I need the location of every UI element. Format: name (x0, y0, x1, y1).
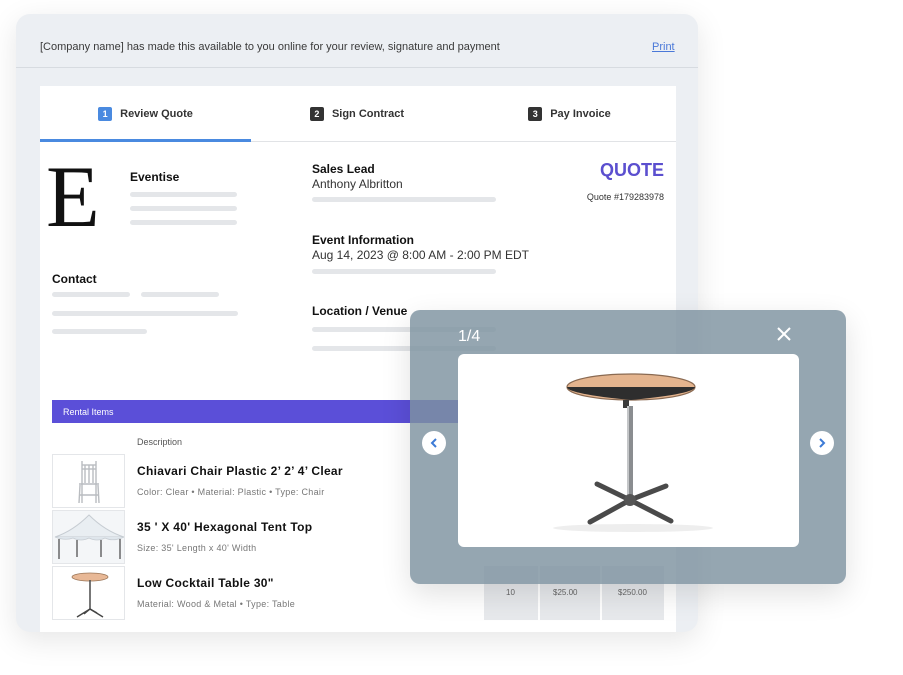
placeholder-line (312, 197, 496, 202)
top-bar: [Company name] has made this available t… (16, 14, 698, 68)
placeholder-line (141, 292, 219, 297)
cocktail-table-icon (553, 373, 713, 532)
rental-items-label: Rental Items (63, 407, 114, 417)
tab-pay-invoice[interactable]: 3 Pay Invoice (463, 86, 676, 142)
sales-lead-value: Anthony Albritton (312, 177, 403, 191)
chevron-left-icon (430, 438, 437, 448)
tab-review-quote[interactable]: 1 Review Quote (40, 86, 251, 142)
chevron-right-icon (819, 438, 826, 448)
chair-icon (78, 461, 100, 504)
tab-label: Pay Invoice (550, 108, 611, 120)
sales-lead-title: Sales Lead (312, 162, 375, 176)
placeholder-line (52, 311, 238, 316)
placeholder-line (130, 206, 237, 211)
unit-price-value: $25.00 (553, 588, 578, 597)
event-information-title: Event Information (312, 233, 415, 247)
location-title: Location / Venue (312, 304, 408, 318)
lightbox-image (458, 354, 799, 547)
previous-image-button[interactable] (422, 431, 446, 455)
chair-thumbnail[interactable] (52, 454, 125, 508)
close-icon (777, 327, 791, 341)
quote-number: Quote #179283978 (586, 192, 664, 202)
step-number-badge: 1 (98, 107, 113, 121)
company-logo: E (46, 149, 100, 246)
print-link[interactable]: Print (652, 41, 675, 53)
item-name: Chiavari Chair Plastic 2’ 2’ 4’ Clear (137, 464, 343, 478)
image-counter: 1/4 (458, 328, 481, 345)
tab-sign-contract[interactable]: 2 Sign Contract (251, 86, 463, 142)
total-value: $250.00 (618, 588, 647, 597)
tent-icon (53, 511, 124, 563)
active-tab-indicator (40, 139, 251, 142)
description-header: Description (137, 437, 183, 447)
availability-message: [Company name] has made this available t… (40, 41, 500, 53)
next-image-button[interactable] (810, 431, 834, 455)
quote-title: QUOTE (599, 160, 664, 180)
placeholder-line (130, 220, 237, 225)
placeholder-line (312, 269, 496, 274)
image-lightbox: 1/4 (410, 310, 846, 584)
item-meta: Material: Wood & Metal • Type: Table (137, 599, 296, 609)
step-number-badge: 2 (309, 107, 324, 121)
placeholder-line (52, 292, 130, 297)
event-information-value: Aug 14, 2023 @ 8:00 AM - 2:00 PM EDT (312, 248, 529, 262)
placeholder-line (130, 192, 237, 197)
tab-label: Sign Contract (331, 108, 405, 120)
contact-title: Contact (52, 272, 97, 286)
table-icon (71, 572, 109, 618)
item-meta: Color: Clear • Material: Plastic • Type:… (137, 487, 325, 497)
item-meta: Size: 35' Length x 40' Width (137, 543, 257, 553)
qty-value: 10 (506, 588, 515, 597)
tab-label: Review Quote (120, 108, 193, 120)
company-name: Eventise (130, 170, 180, 184)
item-name: 35 ' X 40' Hexagonal Tent Top (137, 520, 313, 534)
close-button[interactable] (774, 324, 794, 344)
tent-thumbnail[interactable] (52, 510, 125, 564)
step-number-badge: 3 (528, 107, 543, 121)
placeholder-line (52, 329, 147, 334)
item-name: Low Cocktail Table 30" (137, 576, 274, 590)
table-thumbnail[interactable] (52, 566, 125, 620)
step-tabs: 1 Review Quote 2 Sign Contract 3 Pay Inv… (40, 86, 676, 142)
